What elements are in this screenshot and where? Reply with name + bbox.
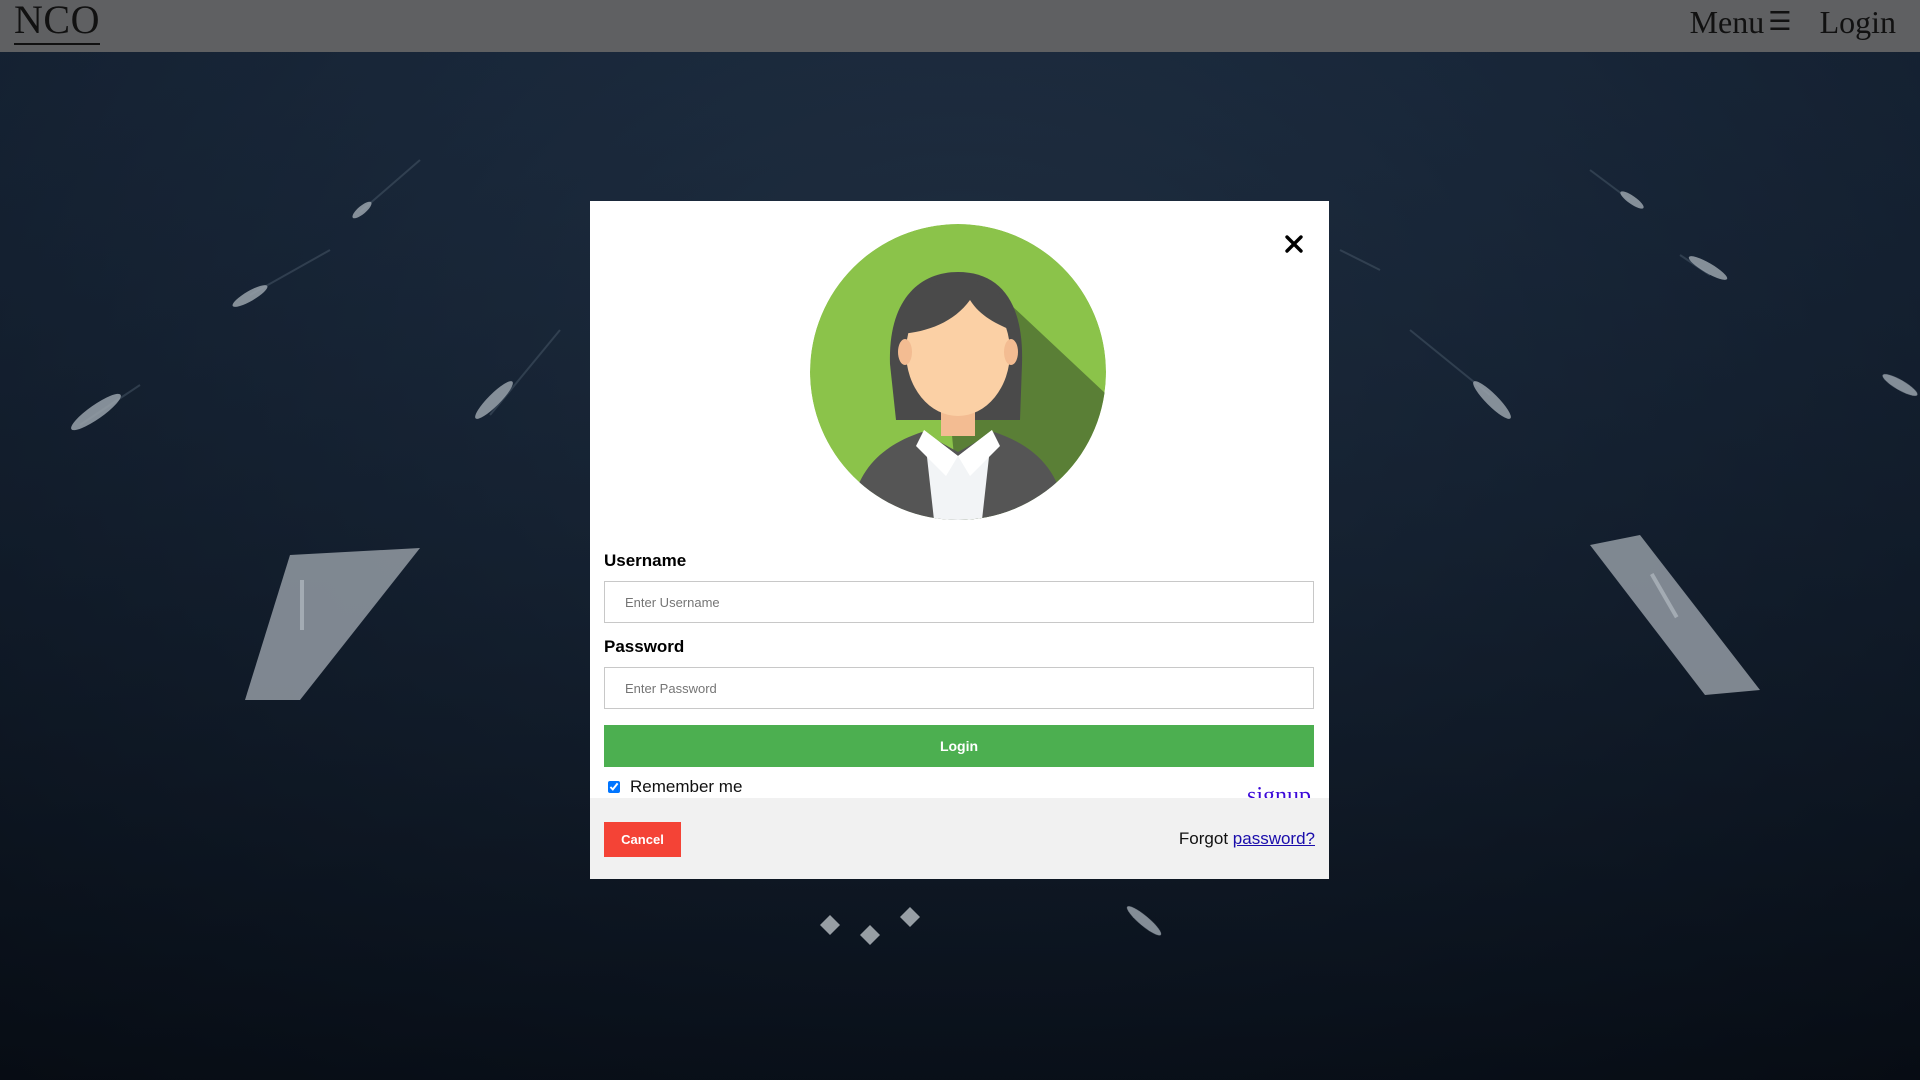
top-navbar: NCO Menu ☰ Login <box>0 0 1920 52</box>
nav-login-link[interactable]: Login <box>1820 4 1896 41</box>
remember-me[interactable]: Remember me <box>608 777 742 797</box>
menu-button[interactable]: Menu ☰ <box>1690 4 1792 41</box>
username-input[interactable] <box>604 581 1314 623</box>
login-button[interactable]: Login <box>604 725 1314 767</box>
password-label: Password <box>604 637 685 656</box>
avatar <box>810 224 1106 520</box>
hamburger-icon: ☰ <box>1768 7 1792 36</box>
close-icon[interactable] <box>1282 232 1306 256</box>
forgot-password-link[interactable]: password? <box>1233 829 1315 848</box>
nav-right: Menu ☰ Login <box>1690 0 1896 44</box>
brand-logo[interactable]: NCO <box>14 0 100 45</box>
cancel-button[interactable]: Cancel <box>604 822 681 857</box>
username-label: Username <box>604 551 687 570</box>
remember-checkbox[interactable] <box>608 781 620 793</box>
forgot-password-text: Forgot password? <box>1179 829 1315 849</box>
password-input[interactable] <box>604 667 1314 709</box>
modal-footer: Cancel Forgot password? <box>590 798 1329 879</box>
remember-label: Remember me <box>630 777 743 796</box>
login-modal: Username Password Login Remember me sign… <box>590 201 1329 879</box>
forgot-prefix: Forgot <box>1178 829 1229 848</box>
menu-label: Menu <box>1689 3 1765 40</box>
login-form: Username Password Login Remember me sign… <box>604 551 1314 821</box>
